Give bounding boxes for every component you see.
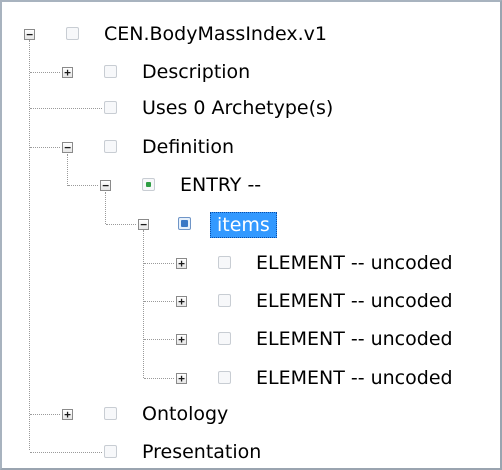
collapse-icon[interactable]: − — [62, 142, 73, 153]
tree-node-entry-label: ENTRY -- — [180, 174, 262, 196]
tree-node-element-label: ELEMENT -- uncoded — [256, 252, 453, 274]
tree-node-element-label: ELEMENT -- uncoded — [256, 328, 453, 350]
tree-node-definition-label: Definition — [142, 136, 235, 158]
entry-marker-icon[interactable] — [142, 178, 155, 191]
tree-node-presentation-label: Presentation — [142, 441, 262, 463]
node-checkbox-icon[interactable] — [218, 332, 231, 345]
tree-node-element[interactable]: + ELEMENT -- uncoded — [0, 366, 495, 390]
node-checkbox-icon[interactable] — [104, 407, 117, 420]
tree-node-uses-label: Uses 0 Archetype(s) — [142, 97, 334, 119]
expand-icon[interactable]: + — [62, 409, 73, 420]
node-checkbox-icon[interactable] — [104, 445, 117, 458]
tree-node-presentation[interactable]: Presentation — [0, 440, 300, 464]
items-marker-icon[interactable] — [178, 217, 191, 230]
tree-node-items-label[interactable]: items — [210, 212, 277, 238]
tree-node-definition[interactable]: − Definition — [0, 135, 300, 159]
node-checkbox-icon[interactable] — [218, 256, 231, 269]
tree-node-ontology-label: Ontology — [142, 403, 229, 425]
node-checkbox-icon[interactable] — [218, 371, 231, 384]
expand-icon[interactable]: + — [176, 334, 187, 345]
tree-node-ontology[interactable]: + Ontology — [0, 402, 300, 426]
tree-node-element[interactable]: + ELEMENT -- uncoded — [0, 251, 495, 275]
node-checkbox-icon[interactable] — [104, 65, 117, 78]
expand-icon[interactable]: + — [176, 373, 187, 384]
expand-icon[interactable]: + — [176, 296, 187, 307]
tree-node-element[interactable]: + ELEMENT -- uncoded — [0, 327, 495, 351]
tree-node-items[interactable]: − items — [0, 212, 300, 238]
tree-node-uses[interactable]: Uses 0 Archetype(s) — [0, 96, 360, 120]
tree-node-description[interactable]: + Description — [0, 60, 300, 84]
tree-node-root-label: CEN.BodyMassIndex.v1 — [104, 23, 327, 45]
node-checkbox-icon[interactable] — [218, 294, 231, 307]
tree-node-element[interactable]: + ELEMENT -- uncoded — [0, 289, 495, 313]
tree-node-element-label: ELEMENT -- uncoded — [256, 367, 453, 389]
expand-icon[interactable]: + — [62, 67, 73, 78]
tree-node-root[interactable]: − CEN.BodyMassIndex.v1 — [0, 22, 360, 46]
tree-node-entry[interactable]: − ENTRY -- — [0, 173, 300, 197]
tree-node-description-label: Description — [142, 61, 251, 83]
archetype-tree: − CEN.BodyMassIndex.v1 + Description Use… — [0, 0, 498, 466]
collapse-icon[interactable]: − — [138, 219, 149, 230]
collapse-icon[interactable]: − — [24, 29, 35, 40]
expand-icon[interactable]: + — [176, 258, 187, 269]
collapse-icon[interactable]: − — [100, 180, 111, 191]
node-checkbox-icon[interactable] — [104, 140, 117, 153]
node-checkbox-icon[interactable] — [104, 101, 117, 114]
node-checkbox-icon[interactable] — [66, 27, 79, 40]
tree-node-element-label: ELEMENT -- uncoded — [256, 290, 453, 312]
